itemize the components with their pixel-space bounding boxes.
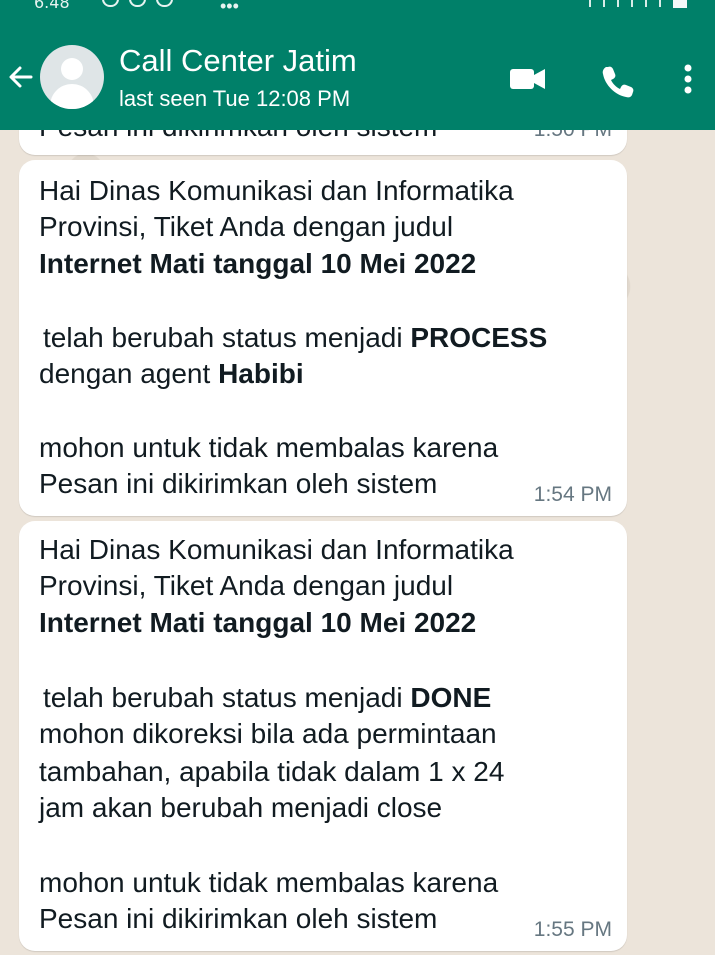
notification-icons (102, 0, 173, 7)
message-status-line: telah berubah status menjadi DONE (43, 684, 491, 712)
status-value: DONE (410, 682, 492, 713)
message-line: Hai Dinas Komunikasi dan Informatika (39, 534, 514, 565)
contact-name[interactable]: Call Center Jatim (119, 45, 357, 76)
status-bar: 6.48 ••• (0, 0, 715, 18)
data-transfer-icon (617, 0, 633, 7)
agent-prefix: dengan agent (39, 358, 219, 389)
message-line: Hai Dinas Komunikasi dan Informatika (39, 175, 514, 206)
status-prefix: telah berubah status menjadi (43, 682, 411, 713)
avatar-head (61, 58, 83, 80)
agent-name: Habibi (218, 358, 304, 389)
message-line: Pesan ini dikirimkan oleh sistem (39, 468, 438, 499)
message-line: mohon dikoreksi bila ada permintaan (39, 718, 497, 749)
status-time: 6.48 (34, 0, 70, 12)
message-line: Pesan ini dikirimkan oleh sistem (39, 903, 438, 934)
message-status-line: telah berubah status menjadi PROCESS (43, 324, 547, 352)
chat-header: 6.48 ••• Call Center Jatim last seen Tue… (0, 0, 715, 130)
gmail-notification-icon (129, 0, 146, 7)
message-line: Provinsi, Tiket Anda dengan judul (39, 211, 454, 242)
message-bubble-done[interactable]: Hai Dinas Komunikasi dan Informatika Pro… (19, 521, 627, 951)
message-line: Provinsi, Tiket Anda dengan judul (39, 570, 454, 601)
status-prefix: telah berubah status menjadi (43, 322, 411, 353)
message-line: mohon untuk tidak membalas karena (39, 867, 499, 898)
message-ticket-title: Internet Mati tanggal 10 Mei 2022 (39, 607, 477, 638)
silent-mode-icon (589, 0, 605, 7)
contact-avatar[interactable] (40, 45, 104, 109)
back-arrow-icon[interactable] (4, 57, 44, 97)
message-line: mohon untuk tidak membalas karena (39, 432, 499, 463)
video-call-icon[interactable] (509, 59, 549, 99)
phone-call-icon[interactable] (596, 59, 636, 99)
whatsapp-notification-icon (102, 0, 119, 7)
message-time: 1:54 PM (533, 483, 612, 506)
battery-icon (673, 0, 687, 8)
system-status-icons (589, 0, 687, 8)
status-value: PROCESS (410, 322, 548, 353)
signal-icon (645, 0, 661, 7)
message-agent-line: dengan agent Habibi (39, 360, 304, 388)
chat-area[interactable]: Pesan ini dikirimkan oleh sistem 1:50 PM… (0, 0, 715, 955)
last-seen-status[interactable]: last seen Tue 12:08 PM (119, 88, 350, 110)
instagram-notification-icon (156, 0, 173, 7)
more-notifications-icon: ••• (220, 0, 239, 16)
message-time: 1:55 PM (533, 918, 612, 941)
message-bubble-process[interactable]: Hai Dinas Komunikasi dan Informatika Pro… (19, 160, 627, 516)
message-ticket-title: Internet Mati tanggal 10 Mei 2022 (39, 248, 477, 279)
overflow-menu-icon[interactable] (668, 59, 708, 99)
message-line: tambahan, apabila tidak dalam 1 x 24 (39, 756, 505, 787)
message-line: jam akan berubah menjadi close (39, 792, 443, 823)
avatar-body (50, 84, 94, 109)
